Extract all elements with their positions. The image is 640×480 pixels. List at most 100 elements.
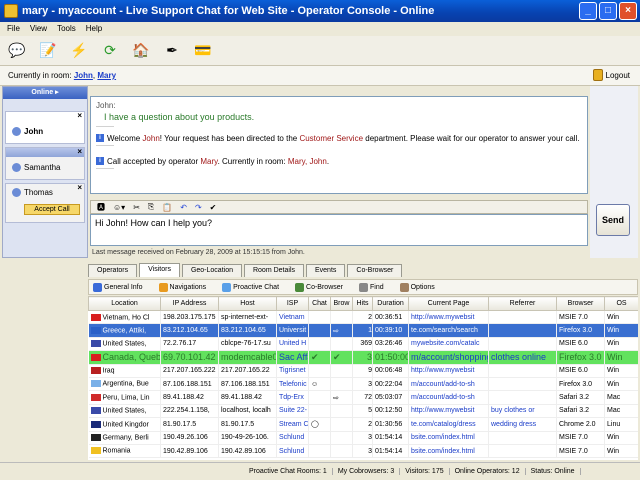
find-button[interactable]: Find (358, 282, 384, 292)
undo-icon[interactable]: ↶ (180, 203, 187, 212)
cell-browser-text: Safari 3.2 (559, 394, 589, 402)
close-icon[interactable]: × (77, 111, 82, 120)
tab-visitors[interactable]: Visitors (139, 263, 180, 277)
cell-chat (308, 431, 331, 445)
cell-current-page-text: http://www.mywebsit (411, 313, 475, 321)
table-row[interactable]: Greece, Attiki, 83.212.104.65 83.212.104.6… (88, 323, 638, 338)
table-row[interactable]: Germany, Berli 190.49.26.106 190-49-26-106… (88, 431, 638, 445)
visitor-card-john[interactable]: × John (5, 111, 85, 144)
minimize-button[interactable]: _ (579, 2, 597, 20)
co-browser-button[interactable]: Co-Browser (295, 282, 343, 292)
close-button[interactable]: × (619, 2, 637, 20)
room-bar: Currently in room: John, Mary Logout (0, 66, 640, 86)
general-info-button[interactable]: General Info (93, 282, 143, 292)
col-chat[interactable]: Chat (308, 296, 331, 311)
table-row[interactable]: United States, 72.2.76.17 cblcpe-76-17.su U… (88, 337, 638, 352)
cell-hits-text: 9 (368, 367, 372, 375)
send-button[interactable]: Send (596, 204, 630, 236)
cell-referrer: buy clothes or (488, 404, 557, 419)
search-icon (358, 282, 368, 292)
col-brow[interactable]: Brow (330, 296, 353, 311)
col-host[interactable]: Host (218, 296, 277, 311)
refresh-icon[interactable]: ⟳ (99, 40, 121, 62)
table-row[interactable]: Argentina, Bue 87.106.188.151 87.106.188.1… (88, 377, 638, 392)
table-row[interactable]: Romania 190.42.89.106 190.42.89.106 Schlund… (88, 444, 638, 459)
tab-events[interactable]: Events (306, 264, 346, 277)
spellcheck-icon[interactable]: ✔ (210, 203, 217, 212)
tab-geo-location[interactable]: Geo-Location (181, 264, 242, 277)
room-user-mary[interactable]: Mary (97, 71, 116, 80)
cell-os: Mac (604, 404, 638, 419)
home-icon[interactable]: 🏠 (130, 40, 152, 62)
cell-brow (330, 417, 353, 432)
menu-tools[interactable]: Tools (54, 22, 83, 36)
cell-isp: Schlund (276, 444, 309, 459)
card-icon[interactable]: 💳 (192, 40, 214, 62)
font-icon[interactable]: 🅰 (97, 202, 105, 213)
options-button[interactable]: Options (399, 282, 435, 292)
col-location[interactable]: Location (88, 296, 161, 311)
chat-icon (222, 282, 232, 292)
cell-os: Win (604, 364, 638, 378)
message-input[interactable]: Hi John! How can I help you? (90, 214, 588, 246)
tab-room-details[interactable]: Room Details (243, 264, 304, 277)
col-os[interactable]: OS (604, 296, 638, 311)
table-row[interactable]: United States, 222.254.1.158, localhost, l… (88, 404, 638, 419)
flash-icon[interactable]: ⚡ (68, 40, 90, 62)
col-current-page[interactable]: Current Page (408, 296, 489, 311)
cell-isp-text: Vietnam (279, 313, 305, 321)
edit-icon[interactable]: 📝 (37, 40, 59, 62)
main-toolbar: 💬 📝 ⚡ ⟳ 🏠 ✒ 💳 (0, 36, 640, 66)
paste-icon[interactable]: 📋 (162, 203, 172, 212)
cell-chat: ✔ (308, 350, 331, 365)
emoticon-icon[interactable]: ☺▾ (113, 203, 125, 212)
cell-location: United Kingdor (88, 417, 161, 432)
table-row[interactable]: Canada, Queb69.70.101.42 modemcable042Sac… (88, 350, 638, 365)
col-hits[interactable]: Hits (352, 296, 373, 311)
table-row[interactable]: Vietnam, Ho Cl 198.203.175.175 sp-internet… (88, 310, 638, 325)
col-ip[interactable]: IP Address (160, 296, 219, 311)
col-isp[interactable]: ISP (276, 296, 309, 311)
menu-file[interactable]: File (4, 22, 27, 36)
tab-co-browser[interactable]: Co-Browser (347, 264, 403, 277)
logout-button[interactable]: Logout (592, 69, 630, 81)
visitor-name: Thomas (24, 188, 53, 197)
table-row[interactable]: United Kingdor 81.90.17.5 81.90.17.5 Stream… (88, 417, 638, 432)
table-row[interactable]: Iraq 217.207.165.222 217.207.165.22 Tigrisn… (88, 364, 638, 378)
tab-operators[interactable]: Operators (88, 264, 138, 277)
msg-room: Mary, John (287, 157, 327, 166)
visitor-card-thomas[interactable]: × Thomas Accept Call (5, 183, 85, 223)
flag-icon (90, 393, 101, 401)
system-message: i Call accepted by operator Mary. Curren… (96, 157, 582, 166)
accept-call-button[interactable]: Accept Call (24, 204, 80, 215)
cell-duration-text: 01:30:56 (375, 420, 403, 428)
close-icon[interactable]: × (77, 183, 82, 192)
cell-duration-text: 01:54:14 (375, 447, 403, 455)
button-label: Navigations (169, 283, 207, 291)
visitor-card-samantha[interactable]: × Samantha (5, 147, 85, 180)
status-operators: Online Operators: 12 (450, 468, 526, 475)
col-referrer[interactable]: Referrer (488, 296, 557, 311)
table-row[interactable]: Peru, Lima, Lin 89.41.188.42 89.41.188.42 T… (88, 390, 638, 405)
cell-isp-text: Schlund (279, 447, 305, 455)
pen-icon[interactable]: ✒ (161, 40, 183, 62)
table-header: Location IP Address Host ISP Chat Brow H… (88, 296, 638, 311)
cut-icon[interactable]: ✂ (133, 203, 140, 212)
col-browser[interactable]: Browser (556, 296, 605, 311)
navigations-button[interactable]: Navigations (158, 282, 207, 292)
redo-icon[interactable]: ↷ (195, 203, 202, 212)
menu-help[interactable]: Help (83, 22, 109, 36)
cell-current-page-text: m/account/add-to-sh (411, 394, 475, 402)
user-icon (12, 188, 21, 197)
cell-referrer: wedding dress (488, 417, 557, 432)
close-icon[interactable]: × (77, 147, 82, 156)
copy-icon[interactable]: ⎘ (148, 202, 154, 212)
room-user-john[interactable]: John (74, 71, 93, 80)
cell-browser: MSIE 7.0 (556, 310, 605, 325)
proactive-chat-button[interactable]: Proactive Chat (222, 282, 279, 292)
col-duration[interactable]: Duration (372, 296, 409, 311)
menu-view[interactable]: View (27, 22, 54, 36)
chat-icon[interactable]: 💬 (6, 40, 28, 62)
maximize-button[interactable]: □ (599, 2, 617, 20)
button-label: Find (369, 283, 384, 291)
